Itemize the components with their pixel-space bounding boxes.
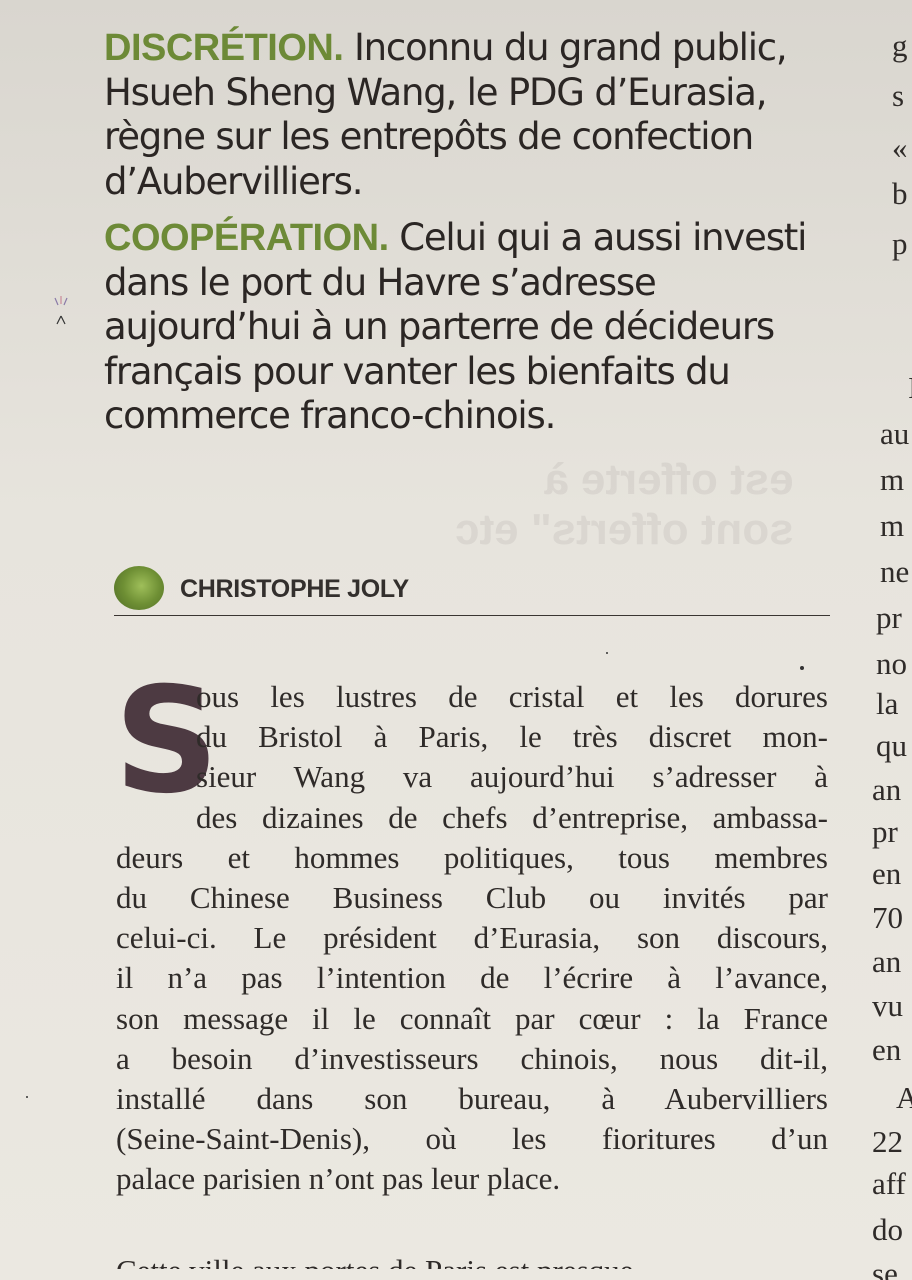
column-fragment: vu bbox=[872, 988, 903, 1023]
body-line: du Chinese Business Club ou invités par bbox=[116, 879, 828, 915]
column-fragment: g bbox=[892, 28, 908, 63]
article-deck: DISCRÉTION. Inconnu du grand public, Hsu… bbox=[104, 26, 844, 451]
body-line: son message il le connaît par cœur : la … bbox=[116, 1000, 828, 1036]
column-fragment: I bbox=[908, 370, 912, 406]
body-line: des dizaines de chefs d’entreprise, amba… bbox=[196, 799, 828, 835]
print-speck bbox=[800, 666, 804, 670]
column-fragment: do bbox=[872, 1212, 903, 1247]
byline: CHRISTOPHE JOLY bbox=[114, 563, 830, 616]
column-fragment: pr bbox=[876, 600, 902, 635]
body-line: (Seine-Saint-Denis), où les fioritures d… bbox=[116, 1121, 828, 1157]
column-fragment: A bbox=[896, 1080, 912, 1115]
author-avatar bbox=[114, 566, 164, 610]
body-line: ous les lustres de cristal et les dorure… bbox=[196, 679, 828, 714]
column-fragment: en bbox=[872, 1032, 902, 1067]
column-fragment: an bbox=[872, 772, 902, 807]
body-line: il n’a pas l’intention de l’écrire à l’a… bbox=[116, 960, 828, 996]
column-fragment: en bbox=[872, 856, 902, 891]
column-fragment: 70 bbox=[872, 900, 903, 935]
column-fragment: qu bbox=[876, 728, 907, 763]
column-fragment: ne bbox=[880, 554, 910, 589]
column-fragment: m bbox=[880, 508, 905, 543]
deck-paragraph-1: DISCRÉTION. Inconnu du grand public, Hsu… bbox=[104, 26, 844, 204]
body-line: palace parisien n’ont pas leur place. bbox=[116, 1161, 561, 1197]
print-speck bbox=[26, 1096, 28, 1098]
column-fragment: « bbox=[892, 130, 908, 165]
body-line: celui-ci. Le président d’Eurasia, son di… bbox=[116, 920, 828, 956]
deck-paragraph-2: COOPÉRATION. Celui qui a aussi investi d… bbox=[104, 216, 844, 439]
column-fragment: m bbox=[880, 462, 905, 497]
body-line: a besoin d’investisseurs chinois, nous d… bbox=[116, 1040, 828, 1076]
column-fragment: b bbox=[892, 176, 908, 211]
body-line: sieur Wang va aujourd’hui s’adresser à bbox=[196, 759, 828, 795]
body-line-cut: Cette ville aux portes de Paris est pres… bbox=[116, 1243, 836, 1269]
ink-mark-icon bbox=[52, 296, 70, 326]
column-fragment: 22 bbox=[872, 1124, 903, 1159]
deck-keyword-2: COOPÉRATION. bbox=[104, 217, 389, 259]
column-fragment: no bbox=[876, 646, 907, 681]
print-speck bbox=[606, 652, 608, 654]
article-body: S ous les lustres de cristal et les doru… bbox=[114, 656, 828, 1269]
body-line: deurs et hommes politiques, tous membres bbox=[116, 839, 828, 875]
deck-keyword-1: DISCRÉTION. bbox=[104, 27, 344, 69]
author-name: CHRISTOPHE JOLY bbox=[180, 575, 409, 603]
drop-cap: S bbox=[114, 656, 220, 826]
column-fragment: pr bbox=[872, 814, 898, 849]
column-fragment: se bbox=[872, 1256, 898, 1280]
newspaper-page: est offerte à sont offerts" etc DISCRÉTI… bbox=[0, 0, 912, 1280]
column-fragment: la bbox=[876, 686, 899, 721]
column-fragment: aff bbox=[872, 1166, 906, 1201]
adjacent-column: g s « b p I au m m ne pr no la qu an pr … bbox=[862, 0, 912, 1280]
column-fragment: an bbox=[872, 944, 902, 979]
column-fragment: p bbox=[892, 226, 908, 261]
column-fragment: au bbox=[880, 416, 910, 451]
body-line: du Bristol à Paris, le très discret mon- bbox=[196, 719, 828, 755]
show-through-text: est offerte à sont offerts" etc bbox=[455, 455, 794, 554]
body-line: installé dans son bureau, à Aubervillier… bbox=[116, 1080, 828, 1116]
column-fragment: s bbox=[892, 78, 905, 113]
